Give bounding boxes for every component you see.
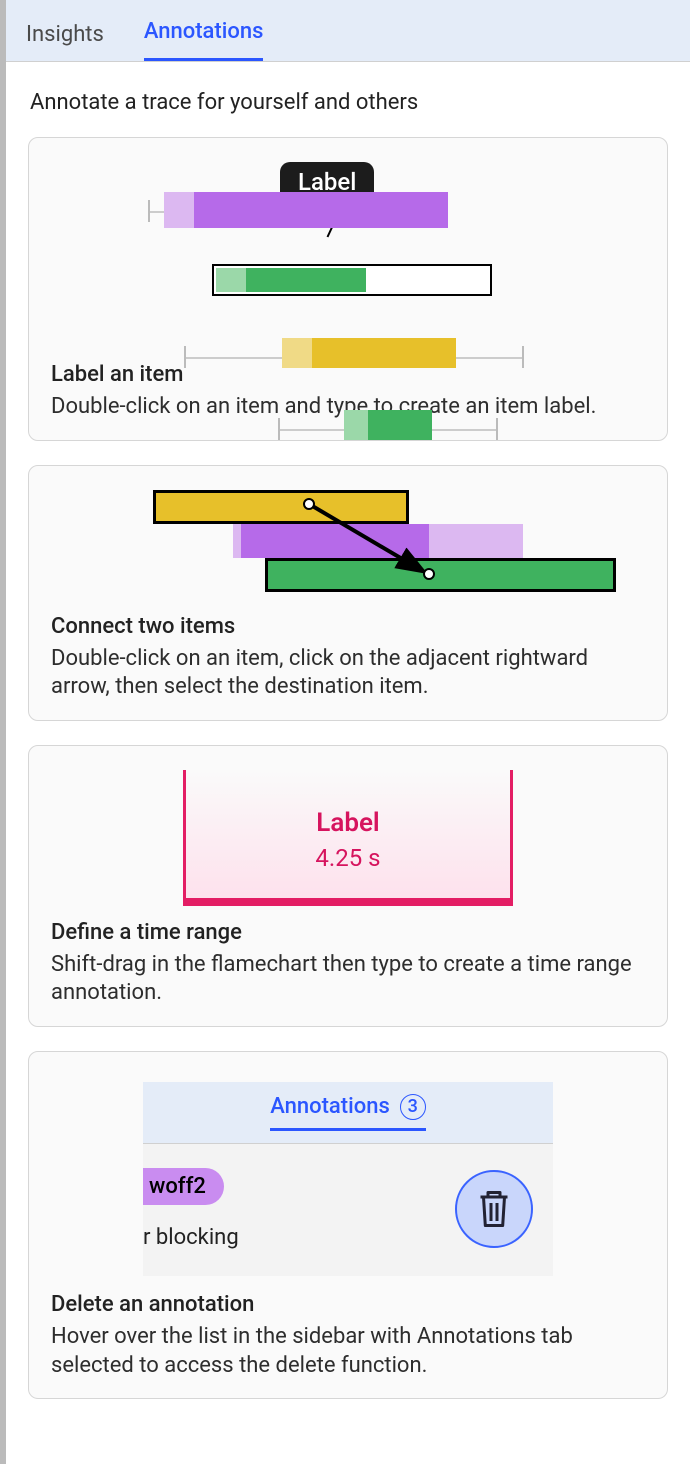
card-desc: Shift-drag in the flamechart then type t… xyxy=(51,951,645,1008)
annotation-count-badge: 3 xyxy=(400,1094,426,1120)
card-label-item: Label xyxy=(28,137,668,441)
illustration-time-range: Label 4.25 s xyxy=(183,770,513,906)
page-title: Annotate a trace for yourself and others xyxy=(30,90,668,115)
card-time-range: Label 4.25 s Define a time range Shift-d… xyxy=(28,745,668,1027)
tab-insights[interactable]: Insights xyxy=(26,22,104,61)
delete-annotation-button[interactable] xyxy=(455,1170,533,1248)
card-connect-items: Connect two items Double-click on an ite… xyxy=(28,465,668,721)
panel-tab-annotations[interactable]: Annotations 3 xyxy=(270,1094,426,1131)
illustration-label-item: Label xyxy=(148,162,548,342)
trash-icon xyxy=(475,1188,513,1230)
card-desc: Double-click on an item, click on the ad… xyxy=(51,645,645,702)
tabbar: Insights Annotations xyxy=(6,0,690,62)
range-time: 4.25 s xyxy=(186,844,510,872)
annotation-tag: woff2 xyxy=(143,1168,224,1205)
range-label: Label xyxy=(186,808,510,838)
panel-tab-label: Annotations xyxy=(270,1094,390,1119)
connect-dst-dot xyxy=(423,568,435,580)
card-desc: Hover over the list in the sidebar with … xyxy=(51,1323,645,1380)
illustration-connect-items xyxy=(153,490,543,600)
card-title: Delete an annotation xyxy=(51,1292,645,1317)
card-title: Define a time range xyxy=(51,920,645,945)
card-title: Connect two items xyxy=(51,614,645,639)
illustration-delete-annotation: Annotations 3 woff2 r blocking xyxy=(143,1082,553,1276)
connect-src-dot xyxy=(303,498,315,510)
card-delete-annotation: Annotations 3 woff2 r blocking xyxy=(28,1051,668,1399)
tab-annotations[interactable]: Annotations xyxy=(144,19,264,61)
